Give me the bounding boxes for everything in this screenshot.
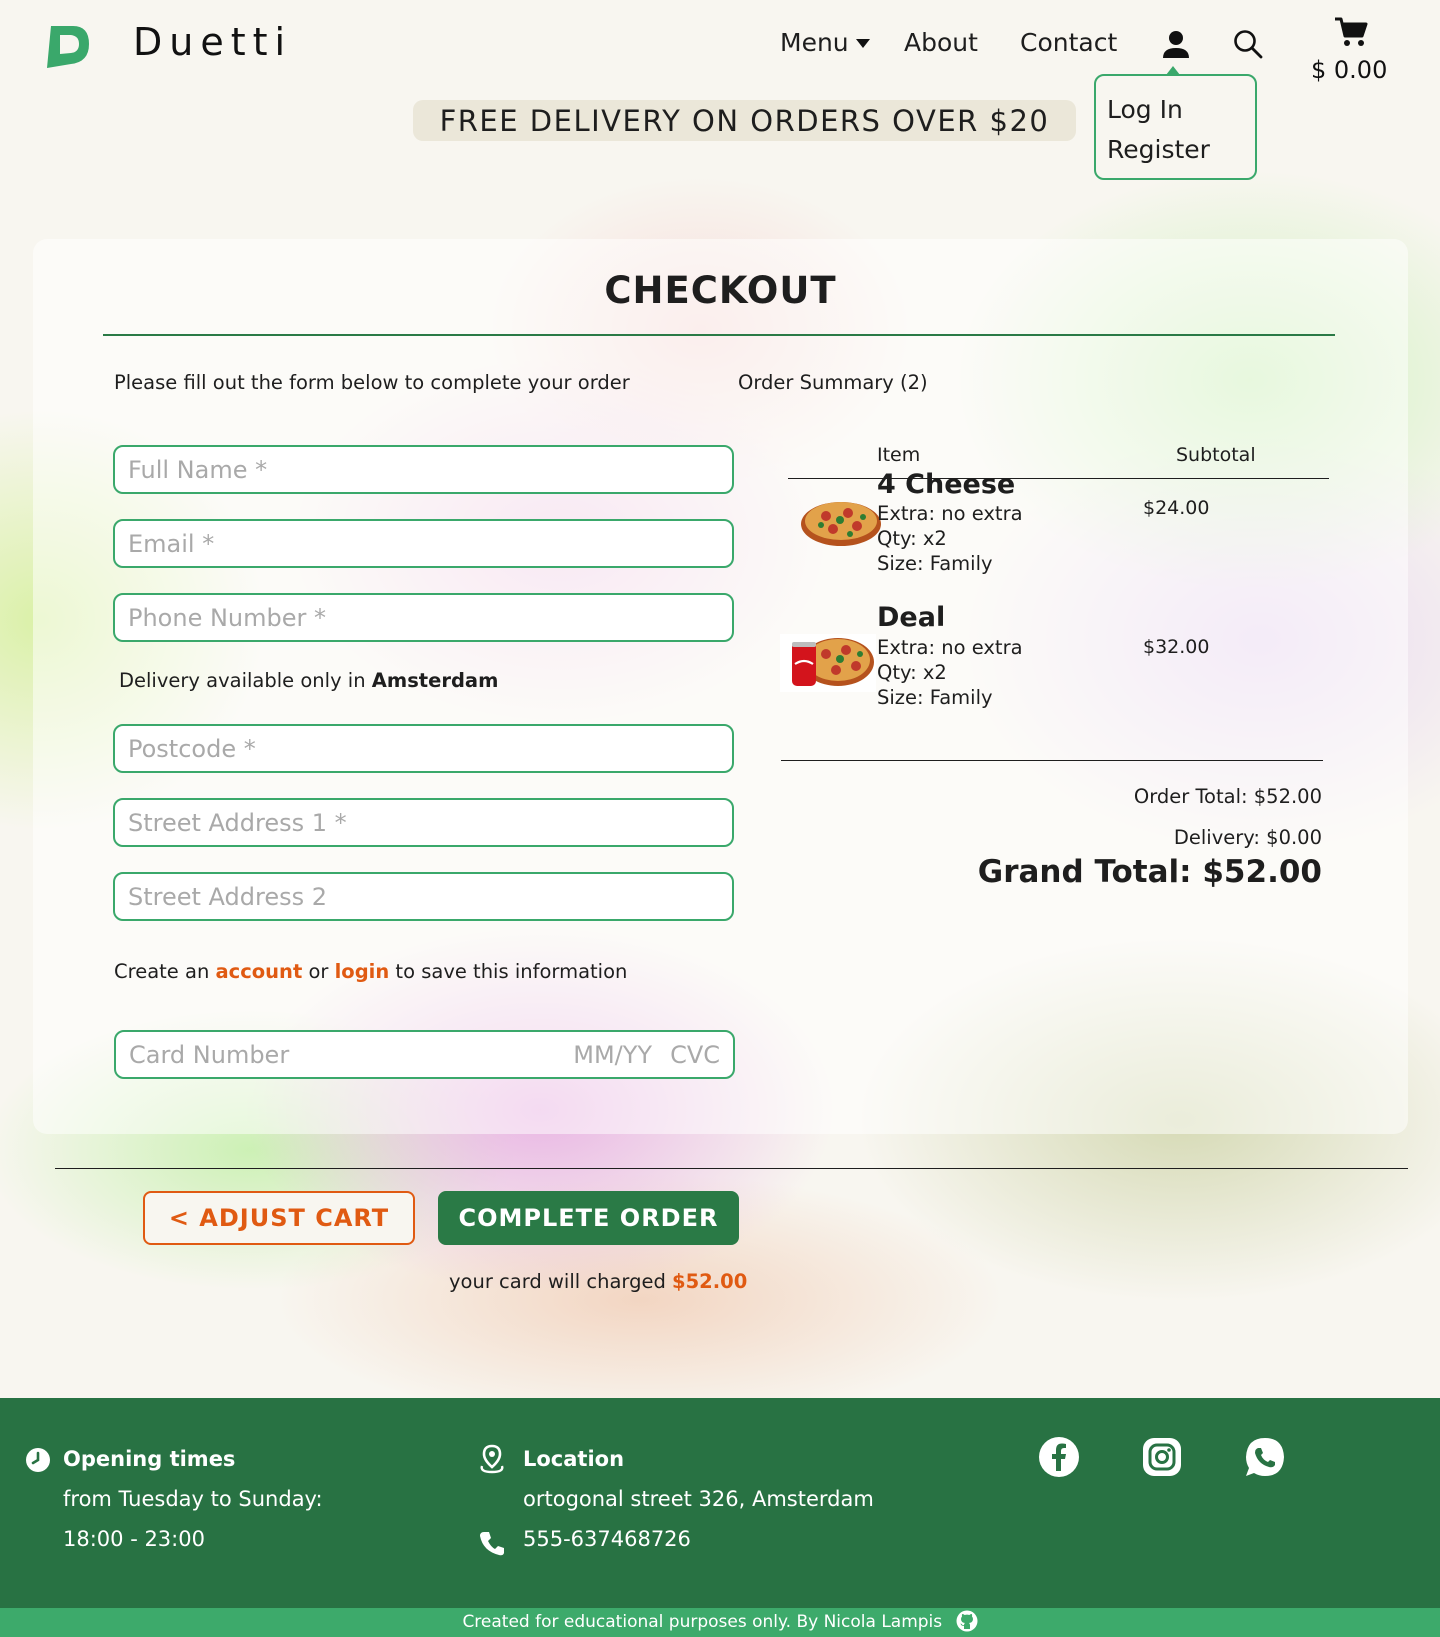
title-divider [103,334,1335,336]
create-account-link[interactable]: account [216,960,303,983]
grand-total: Grand Total: $52.00 [977,854,1322,890]
summary-totals-divider [781,760,1323,761]
item-subtotal: $32.00 [1143,636,1210,658]
cart-icon[interactable] [1334,16,1368,48]
pizza-thumbnail-icon [801,502,881,546]
postcode-input[interactable] [113,724,734,773]
account-note-middle: or [302,960,335,983]
card-expiry-placeholder[interactable]: MM/YY [573,1041,652,1069]
delivery-city: Amsterdam [371,669,499,692]
location-icon [480,1444,504,1474]
account-note-suffix: to save this information [389,960,628,983]
form-intro-text: Please fill out the form below to comple… [114,371,630,394]
footer-credit-bar: Created for educational purposes only. B… [0,1608,1440,1637]
nav-menu-label: Menu [780,28,849,57]
nav-about-link[interactable]: About [904,28,978,57]
phone-number-input[interactable] [113,593,734,642]
item-name: Deal [877,602,946,633]
phone-icon [480,1532,504,1556]
page-title: CHECKOUT [604,269,837,312]
order-total: Order Total: $52.00 [1133,785,1322,808]
footer-credit-text: Created for educational purposes only. B… [462,1612,943,1632]
free-delivery-banner: FREE DELIVERY ON ORDERS OVER $20 [413,100,1076,141]
instagram-icon[interactable] [1141,1436,1183,1478]
summary-header-divider [788,478,1329,479]
item-subtotal: $24.00 [1143,497,1210,519]
card-number-placeholder[interactable]: Card Number [129,1041,573,1069]
site-footer: Opening times from Tuesday to Sunday: 18… [0,1398,1440,1608]
item-details: Extra: no extra Qty: x2 Size: Family [877,501,1023,576]
delivery-note-prefix: Delivery available only in [119,669,372,692]
login-menu-item[interactable]: Log In [1107,90,1255,130]
checkout-card: CHECKOUT Please fill out the form below … [33,239,1408,1134]
street-address-1-input[interactable] [113,798,734,847]
item-name: 4 Cheese [877,469,1016,500]
email-input[interactable] [113,519,734,568]
column-header-item: Item [877,444,921,466]
actions-divider [55,1168,1408,1169]
search-icon[interactable] [1233,29,1263,59]
item-qty: Qty: x2 [877,527,947,550]
order-summary-title: Order Summary (2) [738,371,928,394]
register-menu-item[interactable]: Register [1107,130,1255,170]
charge-note-prefix: your card will charged [449,1270,673,1293]
full-name-input[interactable] [113,445,734,494]
item-qty: Qty: x2 [877,661,947,684]
user-icon[interactable] [1162,29,1190,59]
card-payment-input[interactable]: Card Number MM/YY CVC [114,1030,735,1079]
charge-amount: $52.00 [672,1270,748,1293]
item-extra: Extra: no extra [877,502,1023,525]
opening-times-heading: Opening times [63,1447,236,1471]
caret-down-icon [855,39,870,48]
opening-hours: 18:00 - 23:00 [63,1527,205,1551]
create-account-note: Create an account or login to save this … [114,960,627,983]
footer-address: ortogonal street 326, Amsterdam [523,1487,874,1511]
charge-note: your card will charged $52.00 [449,1270,747,1293]
brand-name[interactable]: Duetti [133,20,292,64]
whatsapp-icon[interactable] [1244,1436,1286,1478]
cart-total[interactable]: $ 0.00 [1311,56,1387,84]
item-size: Size: Family [877,552,993,575]
complete-order-button[interactable]: COMPLETE ORDER [438,1191,739,1245]
clock-icon [26,1448,50,1472]
nav-menu-dropdown[interactable]: Menu [780,28,870,57]
delivery-cost: Delivery: $0.00 [1173,826,1322,849]
facebook-icon[interactable] [1038,1436,1080,1478]
item-details: Extra: no extra Qty: x2 Size: Family [877,635,1023,710]
location-heading: Location [523,1447,625,1471]
card-cvc-placeholder[interactable]: CVC [670,1041,720,1069]
adjust-cart-button[interactable]: < ADJUST CART [143,1191,415,1245]
account-note-prefix: Create an [114,960,216,983]
street-address-2-input[interactable] [113,872,734,921]
deal-thumbnail-icon [780,634,876,692]
nav-contact-link[interactable]: Contact [1020,28,1117,57]
duetti-logo-icon[interactable] [43,22,91,70]
github-icon[interactable] [956,1610,978,1632]
footer-phone[interactable]: 555-637468726 [523,1527,691,1551]
column-header-subtotal: Subtotal [1176,444,1256,466]
item-size: Size: Family [877,686,993,709]
item-extra: Extra: no extra [877,636,1023,659]
login-link[interactable]: login [335,960,390,983]
opening-days: from Tuesday to Sunday: [63,1487,323,1511]
user-dropdown-menu: Log In Register [1094,66,1257,180]
delivery-availability-note: Delivery available only in Amsterdam [119,669,498,692]
